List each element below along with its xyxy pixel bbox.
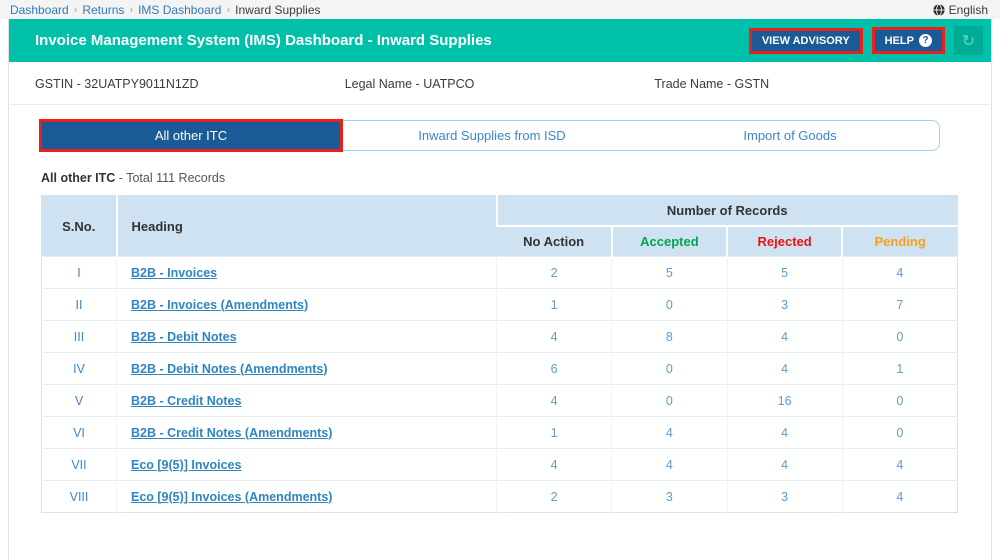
page-frame: Invoice Management System (IMS) Dashboar… <box>8 19 992 560</box>
breadcrumb-separator-icon: › <box>129 4 133 16</box>
heading-link[interactable]: B2B - Credit Notes (Amendments) <box>131 426 332 440</box>
heading-link[interactable]: B2B - Credit Notes <box>131 394 241 408</box>
trade-name-value: Trade Name - GSTN <box>654 77 964 91</box>
rejected-count[interactable]: 5 <box>781 266 788 280</box>
table-row: VIII Eco [9(5)] Invoices (Amendments) 2 3 3 4 <box>42 481 958 513</box>
no-action-count[interactable]: 6 <box>551 362 558 376</box>
accepted-count[interactable]: 4 <box>666 426 673 440</box>
records-summary-title: All other ITC <box>41 171 115 185</box>
no-action-count[interactable]: 4 <box>551 394 558 408</box>
column-group-header: Number of Records <box>497 196 958 227</box>
column-header-heading: Heading <box>117 196 497 257</box>
records-table: S.No. Heading Number of Records No Actio… <box>41 195 958 513</box>
no-action-count[interactable]: 1 <box>551 426 558 440</box>
row-serial-number: VII <box>42 449 117 481</box>
accepted-count[interactable]: 4 <box>666 458 673 472</box>
table-row: V B2B - Credit Notes 4 0 16 0 <box>42 385 958 417</box>
accepted-count[interactable]: 0 <box>666 394 673 408</box>
accepted-count[interactable]: 0 <box>666 362 673 376</box>
pending-count[interactable]: 4 <box>896 266 903 280</box>
pending-count[interactable]: 0 <box>896 394 903 408</box>
tab-import-of-goods[interactable]: Import of Goods <box>641 121 939 150</box>
taxpayer-info-row: GSTIN - 32UATPY9011N1ZD Legal Name - UAT… <box>9 62 991 104</box>
rejected-count[interactable]: 16 <box>778 394 792 408</box>
breadcrumb: Dashboard › Returns › IMS Dashboard › In… <box>0 0 1000 19</box>
heading-link[interactable]: B2B - Invoices (Amendments) <box>131 298 308 312</box>
table-row: III B2B - Debit Notes 4 8 4 0 <box>42 321 958 353</box>
question-mark-icon: ? <box>919 34 932 47</box>
tab-all-other-itc[interactable]: All other ITC <box>39 119 343 152</box>
view-advisory-label: VIEW ADVISORY <box>762 35 850 47</box>
heading-link[interactable]: B2B - Debit Notes (Amendments) <box>131 362 328 376</box>
pending-count[interactable]: 4 <box>896 458 903 472</box>
pending-count[interactable]: 1 <box>896 362 903 376</box>
row-serial-number: VI <box>42 417 117 449</box>
breadcrumb-dashboard[interactable]: Dashboard <box>10 3 69 17</box>
refresh-button[interactable]: ↻ <box>954 26 983 55</box>
title-bar: Invoice Management System (IMS) Dashboar… <box>9 19 991 62</box>
rejected-count[interactable]: 4 <box>781 362 788 376</box>
no-action-count[interactable]: 4 <box>551 458 558 472</box>
pending-count[interactable]: 7 <box>896 298 903 312</box>
accepted-count[interactable]: 3 <box>666 490 673 504</box>
column-header-sno: S.No. <box>42 196 117 257</box>
rejected-count[interactable]: 4 <box>781 426 788 440</box>
row-serial-number: IV <box>42 353 117 385</box>
rejected-count[interactable]: 3 <box>781 490 788 504</box>
help-button[interactable]: HELP ? <box>872 27 945 54</box>
breadcrumb-ims-dashboard[interactable]: IMS Dashboard <box>138 3 221 17</box>
view-advisory-button[interactable]: VIEW ADVISORY <box>749 28 863 54</box>
heading-link[interactable]: B2B - Debit Notes <box>131 330 237 344</box>
records-table-body: I B2B - Invoices 2 5 5 4 II B2B - Invoices (Ame… <box>42 257 958 513</box>
language-selector[interactable]: English <box>933 3 988 17</box>
page-title: Invoice Management System (IMS) Dashboar… <box>35 32 740 49</box>
row-serial-number: III <box>42 321 117 353</box>
table-row: IV B2B - Debit Notes (Amendments) 6 0 4 1 <box>42 353 958 385</box>
breadcrumb-current-page: Inward Supplies <box>235 3 320 17</box>
accepted-count[interactable]: 8 <box>666 330 673 344</box>
records-summary: All other ITC - Total 111 Records <box>41 171 991 185</box>
help-label: HELP <box>885 35 914 47</box>
column-header-accepted: Accepted <box>612 226 727 257</box>
no-action-count[interactable]: 2 <box>551 490 558 504</box>
breadcrumb-separator-icon: › <box>74 4 78 16</box>
accepted-count[interactable]: 0 <box>666 298 673 312</box>
heading-link[interactable]: Eco [9(5)] Invoices (Amendments) <box>131 490 332 504</box>
rejected-count[interactable]: 3 <box>781 298 788 312</box>
tab-bar: All other ITC Inward Supplies from ISD I… <box>40 120 940 151</box>
column-header-pending: Pending <box>842 226 957 257</box>
table-row: I B2B - Invoices 2 5 5 4 <box>42 257 958 289</box>
table-row: II B2B - Invoices (Amendments) 1 0 3 7 <box>42 289 958 321</box>
column-header-rejected: Rejected <box>727 226 842 257</box>
table-row: VII Eco [9(5)] Invoices 4 4 4 4 <box>42 449 958 481</box>
records-summary-count: - Total 111 Records <box>115 171 225 185</box>
heading-link[interactable]: B2B - Invoices <box>131 266 217 280</box>
globe-icon <box>933 4 945 16</box>
accepted-count[interactable]: 5 <box>666 266 673 280</box>
gstin-value: GSTIN - 32UATPY9011N1ZD <box>35 77 345 91</box>
divider <box>10 104 990 105</box>
row-serial-number: VIII <box>42 481 117 513</box>
table-row: VI B2B - Credit Notes (Amendments) 1 4 4 0 <box>42 417 958 449</box>
no-action-count[interactable]: 2 <box>551 266 558 280</box>
rejected-count[interactable]: 4 <box>781 330 788 344</box>
row-serial-number: II <box>42 289 117 321</box>
legal-name-value: Legal Name - UATPCO <box>345 77 655 91</box>
pending-count[interactable]: 0 <box>896 330 903 344</box>
language-label: English <box>949 3 988 17</box>
row-serial-number: V <box>42 385 117 417</box>
breadcrumb-returns[interactable]: Returns <box>82 3 124 17</box>
column-header-no-action: No Action <box>497 226 612 257</box>
heading-link[interactable]: Eco [9(5)] Invoices <box>131 458 241 472</box>
row-serial-number: I <box>42 257 117 289</box>
pending-count[interactable]: 0 <box>896 426 903 440</box>
no-action-count[interactable]: 1 <box>551 298 558 312</box>
rejected-count[interactable]: 4 <box>781 458 788 472</box>
breadcrumb-separator-icon: › <box>226 4 230 16</box>
pending-count[interactable]: 4 <box>896 490 903 504</box>
no-action-count[interactable]: 4 <box>551 330 558 344</box>
tab-inward-supplies-from-isd[interactable]: Inward Supplies from ISD <box>343 121 641 150</box>
refresh-icon: ↻ <box>962 31 975 51</box>
